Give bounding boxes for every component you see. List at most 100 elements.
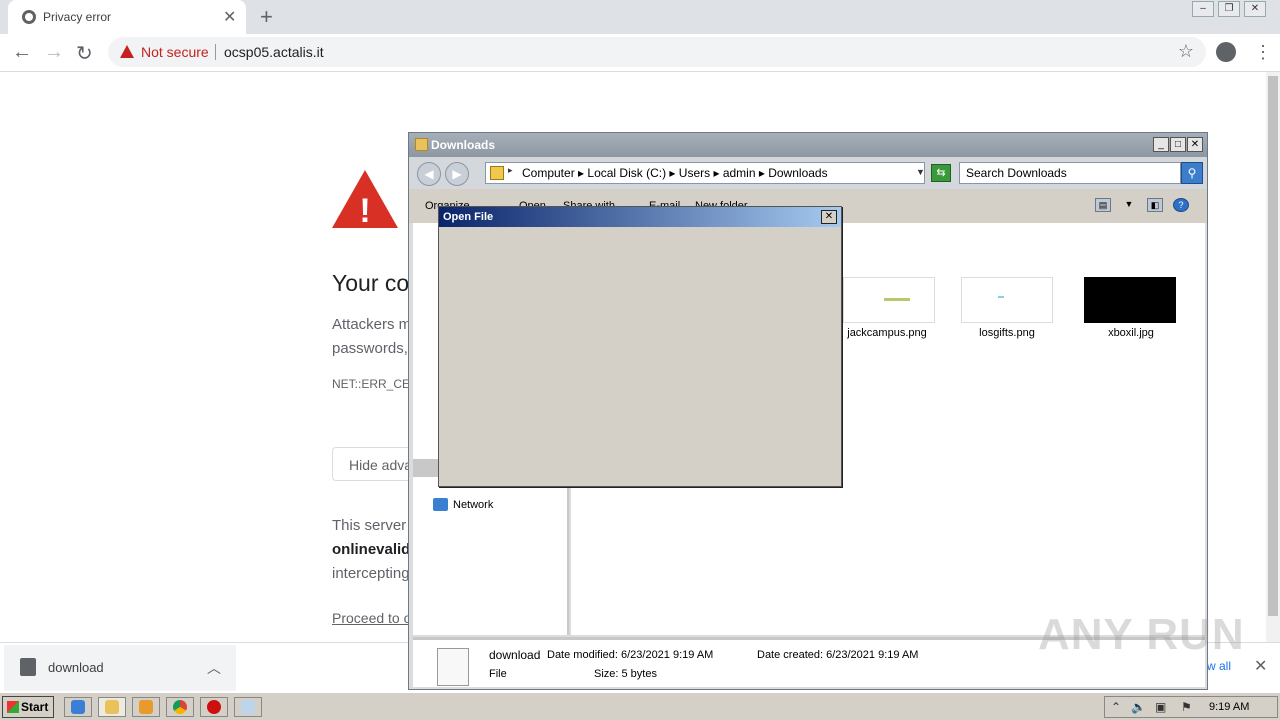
- close-window-button[interactable]: ✕: [1244, 1, 1266, 17]
- close-icon[interactable]: ✕: [821, 210, 837, 224]
- opera-taskbar-icon[interactable]: [200, 697, 228, 717]
- breadcrumb-users[interactable]: Users: [679, 166, 710, 180]
- network-icon: [433, 498, 448, 511]
- advanced-line-1: This server c: [332, 517, 418, 534]
- nav-item-network[interactable]: Network: [433, 498, 494, 511]
- thumbnail-graphic: [884, 298, 910, 301]
- error-description-line-1: Attackers m: [332, 316, 412, 333]
- page-scrollbar[interactable]: [1266, 72, 1280, 642]
- minimize-button[interactable]: _: [1153, 137, 1169, 152]
- file-icon: [20, 658, 36, 676]
- forward-button[interactable]: →: [44, 41, 64, 64]
- file-icon: [437, 648, 469, 686]
- clock[interactable]: 9:19 AM: [1209, 701, 1249, 713]
- address-separator: [215, 44, 216, 60]
- details-date-created: Date created: 6/23/2021 9:19 AM: [757, 649, 919, 661]
- dialog-titlebar[interactable]: Open File ✕: [439, 207, 841, 227]
- advanced-line-3: intercepting: [332, 565, 410, 582]
- window-controls: – ❐ ✕: [1192, 1, 1266, 17]
- address-dropdown-icon[interactable]: ▼: [916, 167, 925, 177]
- close-button[interactable]: ✕: [1187, 137, 1203, 152]
- details-file-name: download: [489, 648, 541, 662]
- browser-toolbar: ← → ↻ Not secure ocsp05.actalis.it ☆ ⋮: [0, 34, 1280, 72]
- media-player-taskbar-icon[interactable]: [132, 697, 160, 717]
- close-tab-icon[interactable]: ✕: [223, 7, 236, 27]
- system-tray: ⌃ 🔈 ▣ ⚑ 9:19 AM: [1104, 696, 1278, 718]
- network-tray-icon[interactable]: ▣: [1155, 700, 1166, 714]
- folder-icon: [105, 700, 119, 714]
- details-date-modified: Date modified: 6/23/2021 9:19 AM: [547, 649, 714, 661]
- back-button[interactable]: ←: [12, 41, 32, 64]
- flag-icon[interactable]: ⚑: [1181, 700, 1192, 714]
- details-file-type: File: [489, 668, 507, 680]
- restore-button[interactable]: ❐: [1218, 1, 1240, 17]
- media-player-icon: [139, 700, 153, 714]
- search-input[interactable]: Search Downloads: [959, 162, 1181, 184]
- proceed-link[interactable]: Proceed to o: [332, 610, 411, 626]
- help-icon[interactable]: ?: [1173, 198, 1189, 212]
- menu-kebab-icon[interactable]: ⋮: [1254, 42, 1272, 63]
- explorer-title: Downloads: [431, 138, 496, 152]
- thumbnail-jackcampus[interactable]: [843, 277, 935, 323]
- file-label-jackcampus[interactable]: jackcampus.png: [827, 327, 947, 339]
- breadcrumb-computer[interactable]: Computer: [522, 166, 575, 180]
- ie-icon: [71, 700, 85, 714]
- details-size: Size: 5 bytes: [594, 668, 657, 680]
- back-icon[interactable]: ◀: [417, 162, 441, 186]
- start-button[interactable]: Start: [2, 696, 54, 718]
- nav-network-label: Network: [453, 499, 494, 511]
- minimize-button[interactable]: –: [1192, 1, 1214, 17]
- tray-expand-icon[interactable]: ⌃: [1111, 700, 1121, 714]
- warning-icon: [120, 45, 134, 58]
- thumbnail-losgifts[interactable]: [961, 277, 1053, 323]
- advanced-line-2: onlinevalid: [332, 541, 411, 558]
- ie-taskbar-icon[interactable]: [64, 697, 92, 717]
- forward-icon[interactable]: ▶: [445, 162, 469, 186]
- close-download-bar-icon[interactable]: ✕: [1254, 656, 1267, 676]
- chrome-icon: [173, 700, 187, 714]
- chrome-taskbar-icon[interactable]: [166, 697, 194, 717]
- url-text[interactable]: ocsp05.actalis.it: [224, 44, 324, 60]
- error-code: NET::ERR_CEF: [332, 377, 418, 391]
- file-label-losgifts[interactable]: losgifts.png: [947, 327, 1067, 339]
- taskbar: Start ⌃ 🔈 ▣ ⚑ 9:19 AM: [0, 692, 1280, 720]
- show-all-link[interactable]: w all: [1207, 659, 1231, 673]
- explorer-address-row: ◀ ▶ ▸ Computer ▸ Local Disk (C:) ▸ Users…: [409, 157, 1207, 189]
- profile-icon[interactable]: [1216, 42, 1236, 62]
- tab-privacy-error[interactable]: Privacy error ✕: [8, 0, 246, 34]
- reload-button[interactable]: ↻: [76, 41, 93, 66]
- explorer-titlebar[interactable]: Downloads _ □ ✕: [409, 133, 1207, 157]
- folder-icon: [490, 166, 504, 180]
- maximize-button[interactable]: □: [1170, 137, 1186, 152]
- change-view-icon[interactable]: ▤: [1095, 198, 1111, 212]
- tab-strip: Privacy error ✕ + – ❐ ✕: [0, 0, 1280, 34]
- breadcrumb[interactable]: ▸ Computer ▸ Local Disk (C:) ▸ Users ▸ a…: [485, 162, 925, 184]
- explorer-taskbar-icon[interactable]: [98, 697, 126, 717]
- search-icon[interactable]: ⚲: [1181, 162, 1203, 184]
- file-label-xboxil[interactable]: xboxil.jpg: [1071, 327, 1191, 339]
- refresh-icon[interactable]: ⇆: [931, 164, 951, 182]
- open-file-dialog: Open File ✕: [438, 206, 842, 487]
- new-tab-button[interactable]: +: [260, 4, 273, 30]
- bookmark-star-icon[interactable]: ☆: [1178, 41, 1194, 62]
- folder-icon: [415, 138, 428, 151]
- breadcrumb-downloads[interactable]: Downloads: [768, 166, 827, 180]
- breadcrumb-admin[interactable]: admin: [723, 166, 756, 180]
- notepad-taskbar-icon[interactable]: [234, 697, 262, 717]
- start-label: Start: [21, 700, 49, 714]
- not-secure-label[interactable]: Not secure: [141, 44, 209, 60]
- notepad-icon: [241, 700, 255, 714]
- error-heading: Your co: [332, 270, 410, 296]
- view-dropdown-icon[interactable]: ▼: [1121, 198, 1137, 212]
- scrollbar-thumb[interactable]: [1268, 76, 1278, 616]
- download-item[interactable]: download ︿: [4, 645, 236, 691]
- volume-icon[interactable]: 🔈: [1131, 700, 1146, 714]
- tab-title: Privacy error: [43, 10, 112, 24]
- breadcrumb-arrow-icon[interactable]: ▸: [508, 165, 513, 176]
- opera-icon: [207, 700, 221, 714]
- thumbnail-xboxil[interactable]: [1084, 277, 1176, 323]
- address-bar[interactable]: Not secure ocsp05.actalis.it ☆: [108, 37, 1206, 67]
- breadcrumb-local-disk[interactable]: Local Disk (C:): [587, 166, 666, 180]
- preview-pane-icon[interactable]: ◧: [1147, 198, 1163, 212]
- chevron-up-icon[interactable]: ︿: [207, 658, 221, 678]
